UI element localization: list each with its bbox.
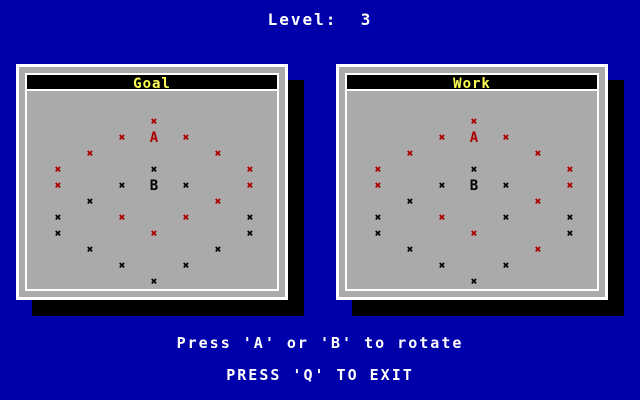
black-peg-icon: ✖ [566, 211, 574, 224]
black-peg-icon: ✖ [150, 275, 158, 288]
red-peg-icon: ✖ [566, 163, 574, 176]
black-peg-icon: ✖ [214, 243, 222, 256]
red-peg-icon: ✖ [534, 147, 542, 160]
black-peg-icon: ✖ [246, 227, 254, 240]
black-peg-icon: ✖ [470, 163, 478, 176]
red-peg-icon: ✖ [86, 147, 94, 160]
rotor-b-label: B [469, 178, 479, 194]
red-peg-icon: ✖ [118, 131, 126, 144]
black-peg-icon: ✖ [54, 211, 62, 224]
black-peg-icon: ✖ [502, 211, 510, 224]
goal-marks: A B ✖ ✖ ✖ ✖ ✖ ✖ ✖ ✖ ✖ ✖ ✖ ✖ ✖ ✖ ✖ ✖ ✖ ✖ ✖ ✖ ✖ ✖ ✖ ✖ ✖ ✖ [19, 67, 291, 303]
rotor-a-label: A [469, 130, 479, 146]
red-peg-icon: ✖ [246, 179, 254, 192]
level-value: 3 [360, 10, 373, 29]
red-peg-icon: ✖ [502, 131, 510, 144]
red-peg-icon: ✖ [246, 163, 254, 176]
rotor-b-label: B [149, 178, 159, 194]
red-peg-icon: ✖ [150, 115, 158, 128]
black-peg-icon: ✖ [406, 195, 414, 208]
black-peg-icon: ✖ [502, 259, 510, 272]
black-peg-icon: ✖ [54, 227, 62, 240]
red-peg-icon: ✖ [150, 227, 158, 240]
red-peg-icon: ✖ [470, 227, 478, 240]
black-peg-icon: ✖ [374, 211, 382, 224]
goal-panel: Goal A B ✖ ✖ ✖ ✖ ✖ ✖ ✖ ✖ ✖ ✖ ✖ ✖ ✖ ✖ ✖ ✖ ✖ ✖ ✖ ✖ ✖ ✖ ✖ ✖ ✖ ✖ [16, 64, 288, 300]
black-peg-icon: ✖ [438, 179, 446, 192]
red-peg-icon: ✖ [438, 131, 446, 144]
red-peg-icon: ✖ [54, 179, 62, 192]
work-panel: Work A B ✖ ✖ ✖ ✖ ✖ ✖ ✖ ✖ ✖ ✖ ✖ ✖ ✖ ✖ ✖ ✖ ✖ ✖ ✖ ✖ ✖ ✖ ✖ ✖ ✖ ✖ [336, 64, 608, 300]
black-peg-icon: ✖ [406, 243, 414, 256]
red-peg-icon: ✖ [118, 211, 126, 224]
black-peg-icon: ✖ [470, 275, 478, 288]
black-peg-icon: ✖ [150, 163, 158, 176]
level-indicator: Level: 3 [0, 10, 640, 29]
level-label: Level: [267, 10, 338, 29]
red-peg-icon: ✖ [470, 115, 478, 128]
red-peg-icon: ✖ [438, 211, 446, 224]
red-peg-icon: ✖ [534, 243, 542, 256]
red-peg-icon: ✖ [182, 131, 190, 144]
black-peg-icon: ✖ [182, 259, 190, 272]
black-peg-icon: ✖ [566, 227, 574, 240]
red-peg-icon: ✖ [214, 195, 222, 208]
work-marks: A B ✖ ✖ ✖ ✖ ✖ ✖ ✖ ✖ ✖ ✖ ✖ ✖ ✖ ✖ ✖ ✖ ✖ ✖ ✖ ✖ ✖ ✖ ✖ ✖ ✖ ✖ [339, 67, 611, 303]
red-peg-icon: ✖ [534, 195, 542, 208]
red-peg-icon: ✖ [374, 163, 382, 176]
black-peg-icon: ✖ [118, 259, 126, 272]
black-peg-icon: ✖ [118, 179, 126, 192]
red-peg-icon: ✖ [182, 211, 190, 224]
black-peg-icon: ✖ [246, 211, 254, 224]
black-peg-icon: ✖ [374, 227, 382, 240]
red-peg-icon: ✖ [214, 147, 222, 160]
red-peg-icon: ✖ [374, 179, 382, 192]
black-peg-icon: ✖ [502, 179, 510, 192]
red-peg-icon: ✖ [54, 163, 62, 176]
rotate-hint: Press 'A' or 'B' to rotate [176, 334, 464, 352]
red-peg-icon: ✖ [566, 179, 574, 192]
red-peg-icon: ✖ [406, 147, 414, 160]
black-peg-icon: ✖ [86, 195, 94, 208]
black-peg-icon: ✖ [182, 179, 190, 192]
black-peg-icon: ✖ [86, 243, 94, 256]
black-peg-icon: ✖ [438, 259, 446, 272]
exit-hint: PRESS 'Q' TO EXIT [226, 366, 414, 384]
rotor-a-label: A [149, 130, 159, 146]
